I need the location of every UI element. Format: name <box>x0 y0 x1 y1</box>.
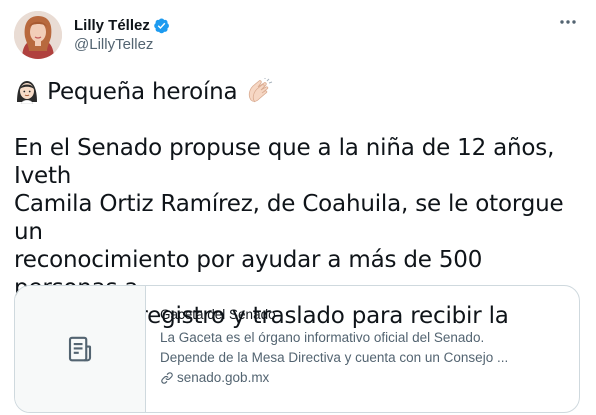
tweet-headline: Pequeña heroína <box>47 79 238 105</box>
link-icon <box>161 372 173 384</box>
tweet-header: Lilly Téllez @LillyTellez <box>14 9 170 61</box>
card-description-line: Depende de la Mesa Directiva y cuenta co… <box>160 350 509 365</box>
avatar-image <box>14 11 62 59</box>
card-title: Gaceta del Senado <box>160 307 276 322</box>
document-icon <box>68 336 92 362</box>
user-handle[interactable]: @LillyTellez <box>74 35 170 54</box>
name-row: Lilly Téllez <box>74 16 170 35</box>
tweet-headline-line: Pequeña heroína <box>14 78 584 106</box>
link-preview-card[interactable]: Gaceta del Senado La Gaceta es el órgano… <box>14 285 580 413</box>
tweet-body-line: Camila Ortiz Ramírez, de Coahuila, se le… <box>14 191 564 245</box>
avatar[interactable] <box>14 11 62 59</box>
tweet: Lilly Téllez @LillyTellez Pequeña heroín… <box>0 0 596 415</box>
card-description-line: La Gaceta es el órgano informativo ofici… <box>160 330 485 345</box>
clapping-hands-emoji-icon <box>248 78 272 103</box>
tweet-body-line: En el Senado propuse que a la niña de 12… <box>14 135 555 189</box>
card-info: Gaceta del Senado La Gaceta es el órgano… <box>146 286 522 412</box>
verified-badge-icon <box>154 18 169 34</box>
more-options-icon[interactable] <box>558 14 578 30</box>
girl-emoji-icon <box>17 81 37 104</box>
display-name[interactable]: Lilly Téllez <box>74 16 150 35</box>
card-domain-row: senado.gob.mx <box>160 368 508 388</box>
author-names: Lilly Téllez @LillyTellez <box>74 16 170 54</box>
card-thumbnail <box>15 286 146 412</box>
card-domain: senado.gob.mx <box>177 370 270 385</box>
